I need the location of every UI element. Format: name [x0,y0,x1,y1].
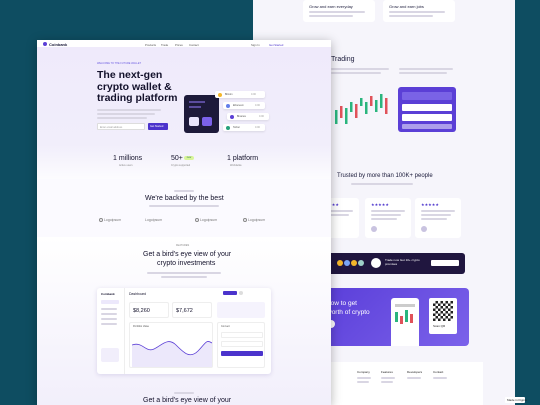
app-icon [371,258,381,268]
mini-chart [217,302,265,318]
footer-col: Company [357,370,370,374]
app-store-button[interactable] [431,260,459,266]
email-input[interactable]: Enter email address [97,123,145,130]
partner-logo: Logoipsum [195,218,217,223]
tether-icon [226,125,230,130]
avatar [421,226,427,232]
candle [335,110,338,124]
partner-logo: Logoipsum [243,218,265,223]
stat-crypto-value: 50+ [171,155,183,162]
stat-users-label: Active users [119,164,133,167]
cta-line2: worth of crypto [327,309,370,316]
candle [370,96,373,106]
avatar [371,226,377,232]
testimonial-card: ★★★★★ [365,198,411,238]
footer-col: Developers [407,370,423,374]
feature-card: Grow and earn jobs [383,0,455,22]
feature-title: Grow and earn jobs [389,4,424,9]
dashboard-mockup: Coinbank Dashboard $8,260 $7,672 Portfol… [97,288,271,374]
qr-card: Scan QR [429,298,457,334]
front-page-preview: Coinbank Products Trade Prices Contact S… [37,40,331,405]
candle [355,104,358,118]
portfolio-chart: Portfolio Value [129,322,213,368]
coin-row: Bitcoin 0.00 [215,91,265,98]
dashboard-action-button[interactable] [223,291,237,295]
partner-logo: Logoipsum [145,218,163,222]
stat-crypto-label: Crypto supported [171,164,191,167]
candle [375,100,378,112]
backed-section [37,179,331,237]
balance-card: $8,260 [129,302,169,318]
testimonial-card: ★★★★★ [415,198,461,238]
candle [345,108,348,124]
dashboard-sidebar: Coinbank [97,288,125,374]
stat-platform-value: 1 platform [227,155,259,162]
binance-icon [230,114,234,119]
candle [360,98,363,106]
app-banner: Trade now Get 10+ crypto promises [327,253,465,274]
qr-code-icon [433,301,453,321]
app-banner-title: Trade now Get 10+ crypto promises [385,258,420,266]
avatar[interactable] [239,291,243,295]
balance-card: $7,672 [172,302,212,318]
coin-row: Tether 0.00 [223,124,265,131]
trade-widget [398,87,456,132]
candle [365,102,368,114]
features-title-l1: Get a bird's eye view of your [143,251,232,258]
phone-mockup [391,298,419,346]
dashboard-title: Dashboard [129,292,147,296]
features2-title: Get a bird's eye view of your [143,397,232,404]
stat-users-value: 1 millions [113,155,143,162]
convert-card: Convert [217,322,265,368]
bitcoin-icon [218,92,222,97]
trading-title: Trading [331,56,355,63]
coin-row: Binance 0.00 [227,113,269,120]
partner-logo: Logoipsum [99,218,121,223]
footer-col: Features [381,370,393,374]
ethereum-icon [226,103,230,108]
hero-title: The next-gen crypto wallet & trading pla… [97,69,178,104]
new-badge: new [184,156,194,160]
cta-line1: now to get [327,300,357,307]
candle [340,106,343,118]
cta-block: now to get worth of crypto Scan QR [319,288,469,346]
qr-label: Scan QR [433,324,446,328]
candle [380,94,383,108]
candlestick-chart [335,94,388,124]
footer: Company Features Developers Contact [313,362,483,405]
testimonials-heading: Trusted by more than 100K+ people [337,173,433,179]
footer-col: Contact [433,370,444,374]
figma-badge: Made in Figma [505,397,527,403]
stat-platform-label: Worldwide [230,164,242,167]
convert-button[interactable] [221,351,263,356]
wallet-card [184,95,219,133]
features-title-l2: crypto investments [157,260,216,267]
logo-icon [43,42,47,46]
get-started-button[interactable]: Get Started [148,123,168,130]
convert-to-input[interactable] [221,341,263,347]
backed-heading: We're backed by the best [145,195,224,202]
feature-title: Grow and earn everyday [309,4,353,9]
dashboard-logo: Coinbank [101,292,115,296]
feature-card: Grow and earn everyday [303,0,375,22]
convert-from-input[interactable] [221,332,263,338]
candle [385,98,388,114]
candle [350,102,353,112]
hero-eyebrow: WELCOME TO THE FUTURE WALLET [97,62,142,65]
coin-row: Ethereum 0.00 [223,102,265,109]
features-eyebrow: FEATURES [176,244,190,247]
